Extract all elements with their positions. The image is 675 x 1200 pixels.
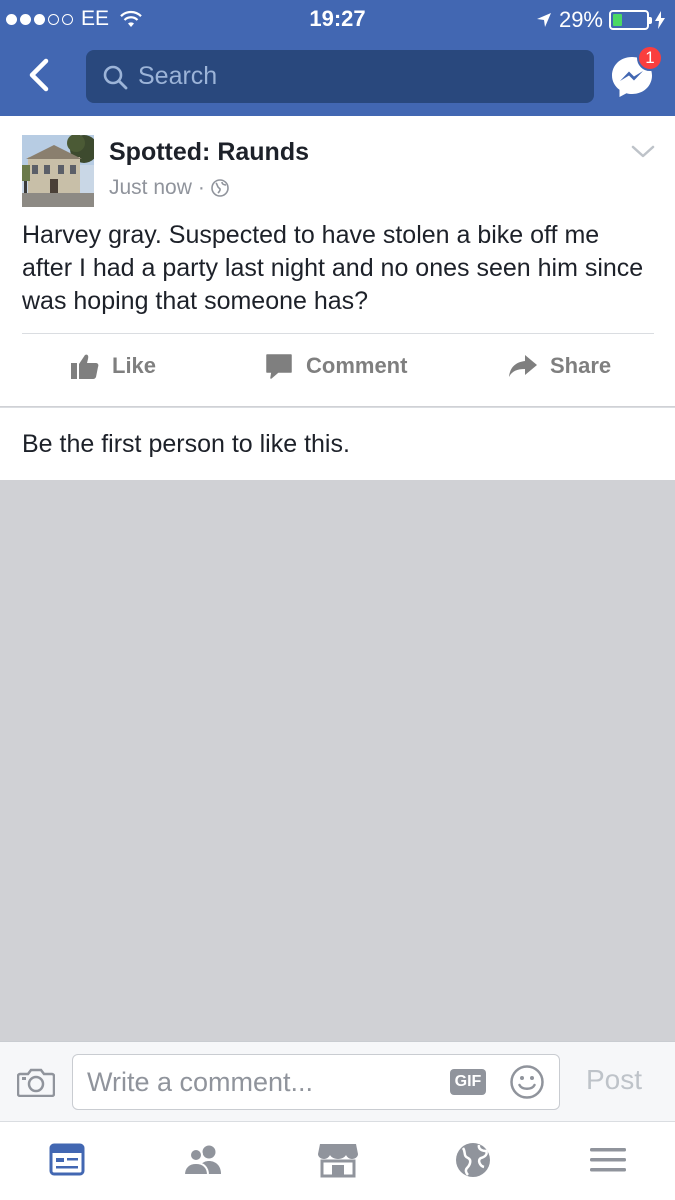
like-button[interactable]: Like [70,352,156,380]
post-actions: Like Comment Share [0,342,675,398]
tab-bar [0,1121,675,1200]
share-label: Share [550,353,612,378]
comment-bubble-icon [266,354,292,379]
post-meta: Just now · [109,176,229,200]
menu-hamburger-icon[interactable] [586,1140,630,1180]
likes-summary: Be the first person to like this. [0,407,675,480]
status-bar: EE 19:27 29% [0,0,675,38]
back-arrow-icon[interactable] [20,55,60,95]
comment-box[interactable]: GIF [72,1054,560,1110]
emoji-icon[interactable] [509,1064,545,1100]
meta-separator: · [197,176,205,199]
like-label: Like [112,353,157,378]
comment-label: Comment [306,353,408,378]
globe-privacy-icon [211,179,229,197]
search-icon [103,65,128,89]
comment-input[interactable] [87,1067,437,1098]
share-arrow-icon [509,355,537,377]
search-bar[interactable] [86,50,594,103]
location-arrow-icon [536,13,551,27]
post-card: Spotted: Raunds Just now · Harvey gray. … [0,116,675,406]
battery-percent: 29% [558,7,603,32]
page-avatar[interactable] [22,135,94,207]
news-feed-tab-icon[interactable] [45,1140,89,1180]
comment-composer: GIF Post [0,1041,675,1121]
battery-icon [609,10,652,30]
post-divider [22,333,654,334]
likes-summary-text: Be the first person to like this. [22,430,350,458]
share-button[interactable]: Share [508,352,611,380]
top-header: EE 19:27 29% Search 1 [0,0,675,116]
battery-level [613,14,623,26]
status-right: 29% [535,7,665,33]
town-hall-image [22,135,94,207]
globe-notifications-tab-icon[interactable] [451,1140,495,1180]
page-name[interactable]: Spotted: Raunds [109,138,309,167]
messenger-badge: 1 [637,45,663,71]
thumbs-up-icon [71,354,99,379]
comment-button[interactable]: Comment [264,352,407,380]
gif-button[interactable]: GIF [450,1069,486,1095]
chevron-down-icon[interactable] [630,144,656,160]
search-input[interactable] [138,62,558,91]
post-timestamp[interactable]: Just now [109,176,192,200]
charging-bolt-icon [655,11,665,29]
camera-icon[interactable] [17,1067,55,1097]
marketplace-tab-icon[interactable] [316,1140,360,1180]
friends-tab-icon[interactable] [181,1140,225,1180]
post-text: Harvey gray. Suspected to have stolen a … [22,221,644,315]
post-comment-button[interactable]: Post [586,1064,642,1096]
